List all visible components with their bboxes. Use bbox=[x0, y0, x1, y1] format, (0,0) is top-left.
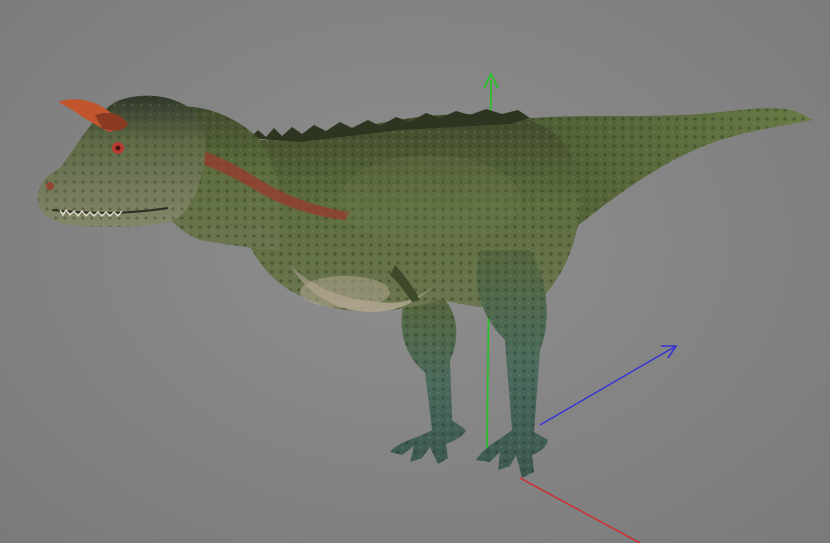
dinosaur-model[interactable] bbox=[37, 95, 812, 478]
scene-canvas[interactable] bbox=[0, 0, 830, 543]
z-axis-line[interactable] bbox=[519, 477, 641, 543]
far-leg[interactable] bbox=[390, 300, 466, 464]
x-axis-line[interactable] bbox=[539, 345, 677, 426]
3d-viewport[interactable] bbox=[0, 0, 830, 543]
